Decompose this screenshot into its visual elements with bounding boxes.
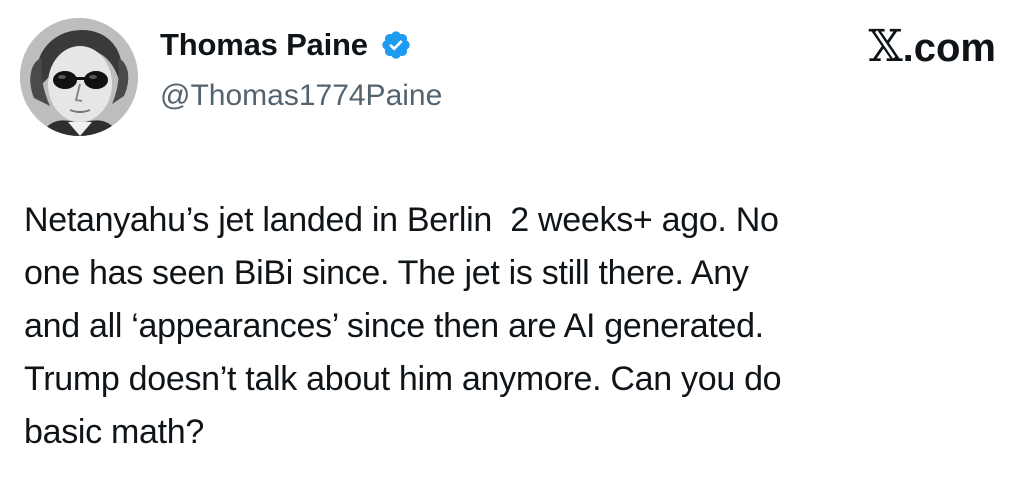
verified-badge-icon — [380, 29, 412, 61]
x-logo-icon: X — [868, 21, 903, 72]
tweet-card: Thomas Paine @Thomas1774Paine X .com Neta… — [0, 0, 1024, 489]
avatar[interactable] — [20, 18, 138, 136]
brand-label: .com — [902, 26, 996, 70]
author-name-row: Thomas Paine — [160, 26, 412, 64]
avatar-portrait-icon — [20, 18, 138, 136]
brand-watermark: X .com — [869, 24, 997, 71]
tweet-text: Netanyahu’s jet landed in Berlin 2 weeks… — [24, 201, 782, 451]
author-handle[interactable]: @Thomas1774Paine — [160, 78, 442, 114]
display-name[interactable]: Thomas Paine — [160, 26, 368, 64]
